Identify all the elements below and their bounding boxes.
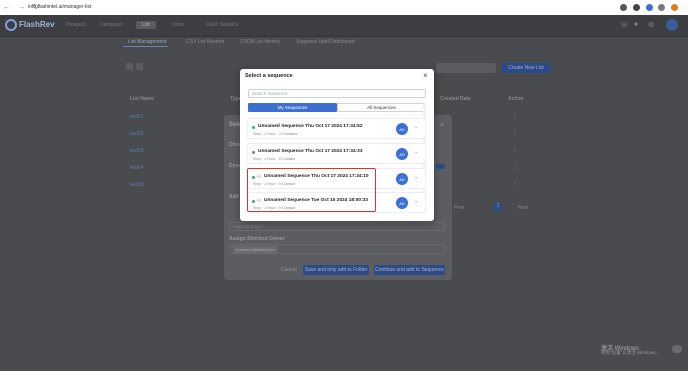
- logo-icon: [5, 19, 17, 31]
- active-tab-indicator: [123, 46, 168, 47]
- status-dot-icon: [252, 126, 255, 129]
- next-page-button[interactable]: Next: [518, 205, 528, 211]
- chevron-down-icon[interactable]: ⌄: [414, 174, 418, 180]
- group-filter-icon[interactable]: [136, 63, 143, 70]
- save-only-button[interactable]: Save and only add to Folder: [303, 265, 369, 275]
- sequence-meta: Step · 1 Hour · 1 Contacts: [253, 132, 298, 136]
- chevron-down-icon[interactable]: ⌄: [414, 149, 418, 155]
- profile-avatar[interactable]: [671, 4, 678, 11]
- dynamic-toggle[interactable]: [436, 164, 445, 169]
- col-list-name: List Name: [130, 96, 154, 102]
- list-search-input[interactable]: [436, 63, 496, 73]
- sequence-name: Unnamed Sequence Thu Oct 17 2024 17:34:5…: [258, 124, 363, 129]
- bell-icon[interactable]: ●: [634, 21, 638, 28]
- nav-inbox[interactable]: Inbox: [172, 22, 184, 28]
- extension-icon[interactable]: [633, 4, 640, 11]
- table-row[interactable]: test02: [130, 131, 144, 137]
- sequence-name: Unnamed Sequence Thu Oct 17 2024 17:34:3…: [258, 149, 363, 154]
- search-placeholder: Search Sequence: [252, 91, 288, 96]
- tab-csv-list-restore[interactable]: CSV List Restore: [186, 39, 224, 45]
- page-number-button[interactable]: 1: [494, 203, 502, 211]
- sequence-search-input[interactable]: Search Sequence: [248, 89, 426, 98]
- table-row[interactable]: test03: [130, 148, 144, 154]
- chevron-down-icon[interactable]: ⌄: [414, 198, 418, 204]
- add-label: Add: [229, 194, 239, 200]
- sequence-avatar-icon[interactable]: AD: [396, 197, 408, 209]
- row-more-icon[interactable]: ⋮: [512, 129, 518, 136]
- sequence-avatar-icon[interactable]: AD: [396, 173, 408, 185]
- tab-list-management[interactable]: List Management: [128, 39, 166, 45]
- sequence-card[interactable]: Unnamed Sequence Thu Oct 17 2024 17:34:3…: [247, 143, 426, 164]
- user-filter-icon[interactable]: [126, 63, 133, 70]
- sequence-meta: Step · 1 Hour · 0 Contact: [253, 157, 296, 161]
- shortcut-input-placeholder: Input Shortcut: [234, 224, 263, 229]
- nav-list[interactable]: List: [136, 21, 156, 29]
- assign-owner-label: Assign Shortcut Owner: [229, 236, 285, 242]
- sequence-avatar-icon[interactable]: AD: [396, 123, 408, 135]
- highlight-box: [247, 168, 376, 212]
- tab-suppress-upld[interactable]: Suppress Upld Dashboard: [296, 39, 355, 45]
- table-row[interactable]: test04: [130, 165, 144, 171]
- prev-page-button[interactable]: Prev: [454, 205, 464, 211]
- nav-prospect[interactable]: Prospect: [66, 22, 86, 28]
- modal-title: Select a sequence: [245, 73, 293, 79]
- row-more-icon[interactable]: ⋮: [512, 180, 518, 187]
- chevron-down-icon[interactable]: ⌄: [414, 124, 418, 130]
- app-logo: FlashRev: [19, 20, 55, 29]
- tab-csoa-list-history[interactable]: CSOA List History: [240, 39, 280, 45]
- cancel-button[interactable]: Cancel: [281, 267, 297, 273]
- tab-my-sequences[interactable]: My Sequences: [248, 103, 337, 112]
- nav-campaign[interactable]: Campaign: [100, 22, 123, 28]
- continue-to-sequence-button[interactable]: Continue and add to Sequence: [374, 265, 445, 275]
- tab-all-sequences[interactable]: All Sequences: [337, 103, 426, 112]
- status-dot-icon: [252, 151, 255, 154]
- close-icon[interactable]: ×: [423, 71, 428, 80]
- shortcut-input[interactable]: Input Shortcut: [229, 222, 445, 231]
- chat-widget-icon[interactable]: [672, 345, 682, 353]
- windows-activation-subtitle: 转到"设置"以激活 Windows。: [601, 350, 660, 355]
- extension-icon[interactable]: [658, 4, 665, 11]
- user-avatar[interactable]: [666, 19, 678, 31]
- row-more-icon[interactable]: ⋮: [512, 163, 518, 170]
- browser-toolbar: ← → ↻ info.flashintel.ai/manager-list: [0, 0, 688, 15]
- col-created-date: Created Date: [440, 96, 471, 102]
- row-more-icon[interactable]: ⋮: [512, 112, 518, 119]
- settings-icon[interactable]: ⚙: [648, 21, 654, 29]
- owner-tag[interactable]: unnamed@flashrev.io: [233, 246, 278, 253]
- phone-icon[interactable]: ☏: [620, 21, 629, 29]
- nav-flash-sidekick[interactable]: Flash Sidekick: [206, 22, 238, 28]
- create-new-list-button[interactable]: Create New List: [502, 63, 550, 73]
- extension-icon[interactable]: [620, 4, 627, 11]
- sequence-card[interactable]: Unnamed Sequence Thu Oct 17 2024 17:34:5…: [247, 118, 426, 139]
- owner-select[interactable]: unnamed@flashrev.io: [229, 244, 445, 254]
- row-more-icon[interactable]: ⋮: [512, 146, 518, 153]
- extension-icon[interactable]: [646, 4, 653, 11]
- table-row[interactable]: test05: [130, 182, 144, 188]
- background-dialog-close-icon[interactable]: ×: [440, 122, 444, 129]
- col-action: Action: [508, 96, 524, 102]
- table-row[interactable]: test01: [130, 114, 144, 120]
- sequence-avatar-icon[interactable]: AD: [396, 148, 408, 160]
- address-bar[interactable]: info.flashintel.ai/manager-list: [28, 4, 91, 10]
